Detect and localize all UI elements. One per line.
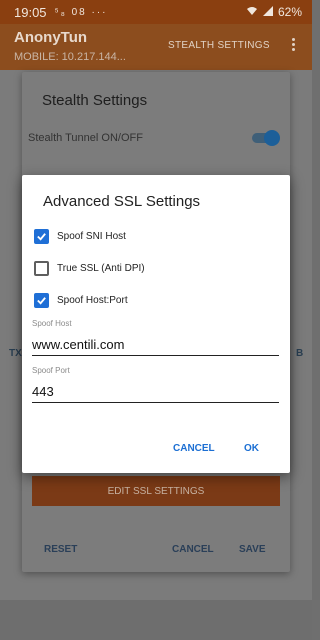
spoof-host-label: Spoof Host (32, 319, 72, 328)
true-ssl-label: True SSL (Anti DPI) (57, 262, 145, 274)
right-fragment: B (296, 348, 304, 359)
status-bar: 19:05 ⁵₈ 08 ··· 62% (0, 0, 312, 24)
battery-level: 62% (277, 5, 302, 19)
app-bar: AnonyTun MOBILE: 10.217.144... STEALTH S… (0, 24, 312, 70)
reset-button[interactable]: RESET (44, 544, 77, 555)
spoof-sni-host-option[interactable]: Spoof SNI Host (34, 227, 126, 245)
true-ssl-checkbox[interactable] (34, 260, 49, 276)
spoof-host-port-option[interactable]: Spoof Host:Port (34, 291, 128, 309)
status-right: 62% (246, 5, 302, 19)
navigation-bar (0, 600, 312, 640)
check-icon (37, 232, 46, 241)
spoof-sni-host-checkbox[interactable] (34, 228, 49, 244)
save-button[interactable]: SAVE (239, 544, 266, 555)
spoof-host-port-checkbox[interactable] (34, 292, 49, 308)
stealth-tunnel-label: Stealth Tunnel ON/OFF (28, 132, 143, 144)
edit-ssl-settings-button[interactable]: EDIT SSL SETTINGS (32, 476, 280, 506)
spoof-port-label: Spoof Port (32, 366, 70, 375)
advanced-ssl-dialog: Advanced SSL Settings Spoof SNI Host Tru… (22, 175, 290, 473)
app-subtitle: MOBILE: 10.217.144... (14, 51, 126, 63)
left-fragment: TX (9, 348, 22, 359)
ok-button[interactable]: OK (244, 443, 259, 454)
spoof-host-input[interactable] (32, 334, 279, 356)
stealth-dialog-title: Stealth Settings (42, 92, 148, 109)
signal-icon (262, 5, 273, 19)
spoof-port-input[interactable] (32, 381, 279, 403)
stealth-cancel-button[interactable]: CANCEL (172, 544, 214, 555)
app-title: AnonyTun (14, 29, 88, 46)
advanced-cancel-button[interactable]: CANCEL (173, 443, 215, 454)
stealth-settings-action[interactable]: STEALTH SETTINGS (168, 40, 270, 51)
spoof-host-port-label: Spoof Host:Port (57, 294, 128, 306)
stealth-tunnel-toggle[interactable] (252, 130, 280, 146)
notification-icons: ⁵₈ 08 ··· (54, 6, 108, 18)
overflow-menu-icon[interactable] (288, 36, 298, 56)
true-ssl-option[interactable]: True SSL (Anti DPI) (34, 259, 145, 277)
advanced-dialog-title: Advanced SSL Settings (43, 193, 201, 210)
check-icon (37, 296, 46, 305)
wifi-icon (246, 5, 258, 19)
spoof-sni-host-label: Spoof SNI Host (57, 230, 126, 242)
status-time: 19:05 (14, 4, 47, 20)
